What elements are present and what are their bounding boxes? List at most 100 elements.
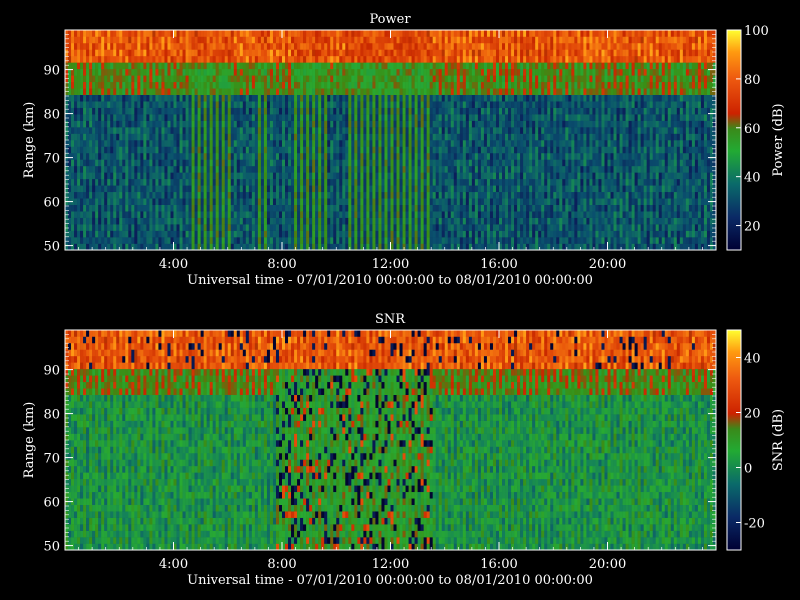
heatmap-cell (333, 237, 337, 244)
heatmap-cell (167, 198, 171, 206)
heatmap-cell (248, 62, 253, 70)
heatmap-cell (200, 185, 204, 193)
heatmap-cell (263, 49, 268, 57)
heatmap-cell (312, 120, 316, 128)
heatmap-cell (369, 120, 373, 128)
heatmap-cell (435, 68, 440, 76)
heatmap-cell (402, 68, 406, 76)
heatmap-cell (333, 230, 337, 238)
heatmap-cell (146, 107, 150, 115)
heatmap-cell (152, 191, 156, 199)
heatmap-cell (161, 133, 165, 141)
heatmap-cell (83, 49, 87, 57)
heatmap-cell (137, 237, 141, 244)
heatmap-cell (462, 146, 467, 154)
heatmap-cell (128, 62, 132, 70)
heatmap-cell (260, 55, 265, 63)
heatmap-cell (161, 198, 165, 206)
heatmap-cell (492, 217, 497, 225)
heatmap-cell (396, 30, 400, 37)
heatmap-cell (68, 30, 72, 37)
heatmap-cell (459, 191, 464, 199)
heatmap-cell (429, 68, 433, 76)
heatmap-cell (260, 36, 265, 44)
heatmap-cell (245, 198, 250, 206)
heatmap-cell (230, 204, 235, 212)
heatmap-cell (74, 133, 78, 141)
heatmap-cell (285, 191, 289, 199)
heatmap-cell (363, 191, 367, 199)
heatmap-cell (486, 30, 491, 37)
heatmap-cell (224, 62, 229, 70)
heatmap-cell (375, 204, 379, 212)
heatmap-cell (441, 224, 446, 231)
heatmap-cell (291, 224, 295, 231)
heatmap-cell (402, 178, 406, 186)
heatmap-cell (95, 217, 99, 225)
heatmap-cell (309, 36, 313, 44)
heatmap-cell (357, 152, 361, 160)
heatmap-cell (203, 152, 207, 160)
heatmap-cell (372, 165, 376, 173)
heatmap-cell (254, 62, 259, 70)
heatmap-cell (372, 62, 376, 70)
heatmap-cell (137, 62, 141, 70)
heatmap-cell (324, 88, 328, 96)
heatmap-cell (402, 62, 406, 70)
heatmap-cell (101, 49, 105, 57)
heatmap-cell (113, 127, 117, 134)
heatmap-cell (303, 211, 307, 218)
heatmap-cell (294, 36, 298, 44)
heatmap-cell (161, 146, 165, 154)
heatmap-cell (417, 191, 421, 199)
heatmap-cell (502, 140, 506, 147)
heatmap-cell (381, 120, 385, 128)
heatmap-cell (146, 88, 150, 96)
heatmap-cell (366, 127, 370, 134)
heatmap-cell (71, 191, 75, 199)
heatmap-cell (453, 172, 458, 180)
heatmap-cell (80, 165, 84, 173)
heatmap-cell (354, 36, 358, 44)
heatmap-cell (92, 114, 96, 121)
heatmap-cell (495, 75, 500, 83)
heatmap-cell (345, 127, 349, 134)
heatmap-cell (387, 81, 391, 89)
heatmap-cell (393, 94, 397, 102)
heatmap-cell (429, 165, 433, 173)
heatmap-cell (80, 133, 84, 141)
heatmap-cell (366, 36, 370, 44)
heatmap-cell (378, 114, 382, 121)
heatmap-cell (167, 152, 171, 160)
heatmap-cell (486, 42, 491, 50)
heatmap-cell (239, 81, 244, 89)
heatmap-cell (176, 120, 180, 128)
heatmap-cell (411, 165, 415, 173)
heatmap-cell (303, 36, 307, 44)
heatmap-cell (80, 101, 84, 108)
heatmap-cell (300, 81, 304, 89)
heatmap-cell (116, 81, 120, 89)
heatmap-cell (381, 146, 385, 154)
heatmap-cell (288, 198, 292, 206)
heatmap-cell (215, 191, 219, 199)
heatmap-cell (125, 81, 129, 89)
heatmap-cell (155, 49, 159, 57)
heatmap-cell (221, 191, 226, 199)
heatmap-cell (300, 217, 304, 225)
heatmap-cell (137, 217, 141, 225)
heatmap-cell (242, 36, 247, 44)
heatmap-cell (483, 81, 488, 89)
heatmap-cell (128, 114, 132, 121)
heatmap-cell (378, 101, 382, 108)
heatmap-cell (155, 140, 159, 147)
heatmap-cell (71, 49, 75, 57)
heatmap-cell (303, 127, 307, 134)
heatmap-cell (342, 30, 346, 37)
heatmap-cell (459, 55, 464, 63)
heatmap-cell (366, 237, 370, 244)
heatmap-cell (441, 114, 446, 121)
heatmap-cell (387, 42, 391, 50)
heatmap-cell (477, 133, 482, 141)
heatmap-cell (369, 133, 373, 141)
